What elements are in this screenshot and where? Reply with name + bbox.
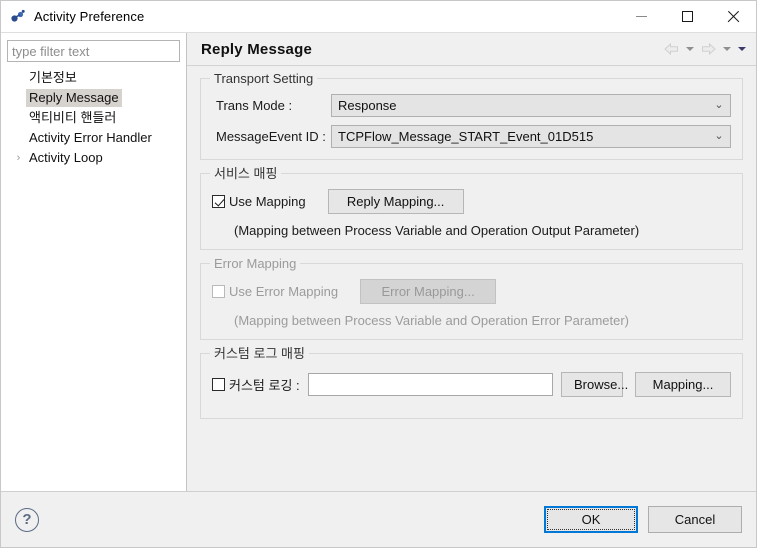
close-icon xyxy=(727,10,740,23)
message-event-id-value: TCPFlow_Message_START_Event_01D515 xyxy=(332,129,708,144)
sidebar-item-activity-loop[interactable]: › Activity Loop xyxy=(1,148,186,168)
view-menu-dropdown[interactable] xyxy=(735,38,748,60)
close-button[interactable] xyxy=(710,1,756,32)
service-mapping-hint: (Mapping between Process Variable and Op… xyxy=(212,223,731,238)
sidebar-item-activity-error-handler[interactable]: Activity Error Handler xyxy=(1,128,186,148)
custom-logging-label: 커스텀 로깅 : xyxy=(229,375,300,394)
activity-preference-icon xyxy=(9,8,27,26)
focus-ring xyxy=(547,509,635,530)
use-mapping-label: Use Mapping xyxy=(229,194,306,209)
transport-setting-group: Transport Setting Trans Mode : Response … xyxy=(200,78,743,160)
group-title: 서비스 매핑 xyxy=(210,166,281,181)
sidebar-item-activity-handler[interactable]: 액티비티 핸들러 xyxy=(1,108,186,128)
custom-log-path-input[interactable] xyxy=(308,373,553,396)
back-history-dropdown[interactable] xyxy=(683,38,696,60)
service-mapping-group: 서비스 매핑 Use Mapping Reply Mapping... (Map… xyxy=(200,173,743,250)
dialog-body: 기본정보 Reply Message 액티비티 핸들러 Activity Err… xyxy=(1,32,756,491)
filter-input[interactable] xyxy=(7,40,180,62)
sidebar-item-basic-info[interactable]: 기본정보 xyxy=(1,68,186,88)
chevron-down-icon xyxy=(738,47,746,51)
page-title: Reply Message xyxy=(201,41,661,58)
title-bar: Activity Preference xyxy=(1,1,756,32)
forward-arrow-icon[interactable] xyxy=(698,38,718,60)
checkbox-box xyxy=(212,285,225,298)
error-mapping-group: Error Mapping Use Error Mapping Error Ma… xyxy=(200,263,743,340)
chevron-down-icon: ⌄ xyxy=(708,131,730,142)
preference-tree: 기본정보 Reply Message 액티비티 핸들러 Activity Err… xyxy=(1,68,186,168)
sidebar-item-label: 기본정보 xyxy=(26,69,80,87)
cancel-button[interactable]: Cancel xyxy=(648,506,742,533)
group-title: Transport Setting xyxy=(210,71,317,86)
reply-mapping-button[interactable]: Reply Mapping... xyxy=(328,189,464,214)
sidebar-item-reply-message[interactable]: Reply Message xyxy=(1,88,186,108)
cancel-button-label: Cancel xyxy=(675,512,715,527)
dialog-footer: ? OK Cancel xyxy=(1,491,756,547)
use-error-mapping-label: Use Error Mapping xyxy=(229,284,338,299)
use-mapping-row: Use Mapping Reply Mapping... xyxy=(212,189,731,214)
custom-logging-checkbox[interactable]: 커스텀 로깅 : xyxy=(212,375,300,394)
use-error-mapping-row: Use Error Mapping Error Mapping... xyxy=(212,279,731,304)
group-title: Error Mapping xyxy=(210,256,300,271)
message-event-id-row: MessageEvent ID : TCPFlow_Message_START_… xyxy=(212,125,731,148)
footer-buttons: OK Cancel xyxy=(544,506,742,533)
trans-mode-row: Trans Mode : Response ⌄ xyxy=(212,94,731,117)
window-controls xyxy=(618,1,756,32)
checkbox-box xyxy=(212,195,225,208)
minimize-button[interactable] xyxy=(618,1,664,32)
ok-button[interactable]: OK xyxy=(544,506,638,533)
maximize-button[interactable] xyxy=(664,1,710,32)
mapping-button[interactable]: Mapping... xyxy=(635,372,731,397)
window-title: Activity Preference xyxy=(34,9,144,24)
chevron-down-icon xyxy=(686,47,694,51)
use-mapping-checkbox[interactable]: Use Mapping xyxy=(212,194,306,209)
sidebar-item-label: Activity Loop xyxy=(26,149,106,167)
sidebar-item-label: Activity Error Handler xyxy=(26,129,155,147)
trans-mode-select[interactable]: Response ⌄ xyxy=(331,94,731,117)
chevron-down-icon: ⌄ xyxy=(708,100,730,111)
trans-mode-label: Trans Mode : xyxy=(212,98,331,113)
error-mapping-hint: (Mapping between Process Variable and Op… xyxy=(212,313,731,328)
message-event-id-label: MessageEvent ID : xyxy=(212,129,331,144)
activity-preference-dialog: Activity Preference 기본정보 xyxy=(0,0,757,548)
expand-chevron-icon[interactable]: › xyxy=(11,152,26,164)
back-arrow-icon[interactable] xyxy=(661,38,681,60)
chevron-down-icon xyxy=(723,47,731,51)
maximize-icon xyxy=(682,11,693,22)
trans-mode-value: Response xyxy=(332,98,708,113)
browse-button[interactable]: Browse... xyxy=(561,372,623,397)
content-header: Reply Message xyxy=(187,33,756,66)
navigation-toolbar xyxy=(661,38,748,60)
minimize-icon xyxy=(636,16,647,17)
custom-log-fields: 커스텀 로깅 : Browse... Mapping... xyxy=(212,354,731,407)
service-mapping-fields: Use Mapping Reply Mapping... (Mapping be… xyxy=(212,174,731,238)
transport-setting-fields: Trans Mode : Response ⌄ MessageEvent ID … xyxy=(212,79,731,148)
error-mapping-button: Error Mapping... xyxy=(360,279,496,304)
preference-content: Reply Message xyxy=(187,33,756,491)
custom-log-mapping-group: 커스텀 로그 매핑 커스텀 로깅 : Browse... Mapping... xyxy=(200,353,743,419)
sidebar-item-label: 액티비티 핸들러 xyxy=(26,109,119,127)
content-body: Transport Setting Trans Mode : Response … xyxy=(187,66,756,491)
use-error-mapping-checkbox: Use Error Mapping xyxy=(212,284,338,299)
forward-history-dropdown[interactable] xyxy=(720,38,733,60)
filter-container xyxy=(1,40,186,62)
checkbox-box xyxy=(212,378,225,391)
help-icon[interactable]: ? xyxy=(15,508,39,532)
sidebar-item-label: Reply Message xyxy=(26,89,122,107)
error-mapping-fields: Use Error Mapping Error Mapping... (Mapp… xyxy=(212,264,731,328)
custom-logging-row: 커스텀 로깅 : Browse... Mapping... xyxy=(212,372,731,397)
preference-sidebar: 기본정보 Reply Message 액티비티 핸들러 Activity Err… xyxy=(1,33,187,491)
message-event-id-select[interactable]: TCPFlow_Message_START_Event_01D515 ⌄ xyxy=(331,125,731,148)
group-title: 커스텀 로그 매핑 xyxy=(210,346,309,361)
